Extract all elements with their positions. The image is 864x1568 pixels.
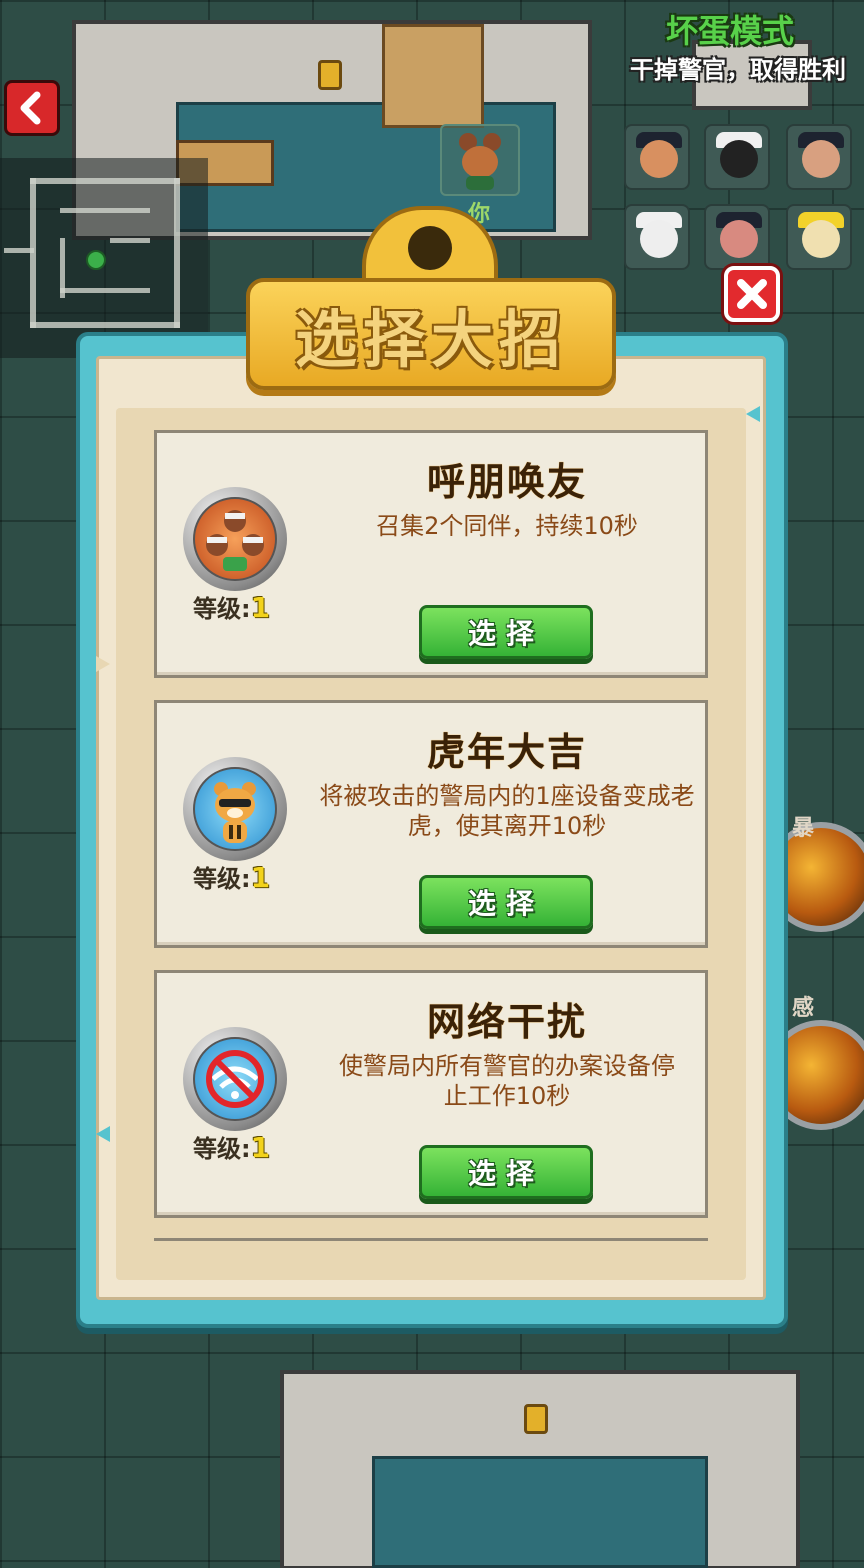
skill-icon-frame: [183, 487, 287, 591]
cop-avatar: [624, 204, 690, 270]
player-avatar: [440, 124, 520, 196]
skill-level: 等级:1: [193, 861, 271, 894]
skill-icon-frame: [183, 757, 287, 861]
skill-description: 使警局内所有警官的办案设备停止工作10秒: [339, 1052, 675, 1110]
no-wifi-icon: [193, 1037, 277, 1121]
mode-title: 坏蛋模式: [665, 12, 794, 50]
skill-icon-frame: [183, 1027, 287, 1131]
side-ability-label: 感: [792, 996, 815, 1021]
skill-card: 等级:1 网络干扰 使警局内所有警官的办案设备停止工作10秒 选择: [154, 970, 708, 1218]
skill-card: 等级:1 虎年大吉 将被攻击的警局内的1座设备变成老虎，使其离开10秒 选择: [154, 700, 708, 948]
mouse-icon: [459, 133, 501, 190]
lamp-bottom: [524, 1404, 548, 1434]
close-button[interactable]: [724, 266, 780, 322]
skill-name: 虎年大吉: [426, 730, 587, 774]
player-marker: [86, 250, 106, 270]
side-ability-label: 暴: [792, 816, 815, 841]
dialog-title: 选择大招: [294, 303, 567, 376]
mode-subtitle: 干掉警官，取得胜利: [630, 56, 846, 84]
cop-avatar: [704, 124, 770, 190]
bottom-room-floor: [372, 1456, 708, 1568]
skill-level: 等级:1: [193, 591, 271, 624]
tiger-icon: [193, 767, 277, 851]
lamp-top: [318, 60, 342, 90]
cop-avatar: [786, 204, 852, 270]
back-button[interactable]: [4, 80, 60, 136]
skill-card: 等级:1 呼朋唤友 召集2个同伴，持续10秒 选择: [154, 430, 708, 678]
dialog-title-plate: 选择大招: [246, 278, 616, 390]
list-end-divider: [154, 1238, 708, 1244]
paper-tear: [96, 1126, 110, 1142]
skill-description: 召集2个同伴，持续10秒: [376, 512, 638, 540]
cop-avatar: [624, 124, 690, 190]
select-skill-button[interactable]: 选择: [419, 605, 593, 659]
skill-name: 呼朋唤友: [426, 460, 587, 504]
paper-tear: [746, 406, 760, 422]
friends-icon: [193, 497, 277, 581]
skill-level: 等级:1: [193, 1131, 271, 1164]
skill-name: 网络干扰: [426, 1000, 587, 1044]
skill-description: 将被攻击的警局内的1座设备变成老虎，使其离开10秒: [319, 782, 695, 840]
select-skill-button[interactable]: 选择: [419, 1145, 593, 1199]
minimap: [0, 158, 208, 358]
cop-avatar: [786, 124, 852, 190]
back-arrow-icon: [20, 91, 41, 125]
paper-tear: [96, 656, 110, 672]
door: [382, 24, 484, 128]
cop-avatar: [704, 204, 770, 270]
select-skill-button[interactable]: 选择: [419, 875, 593, 929]
close-icon: [737, 279, 767, 309]
